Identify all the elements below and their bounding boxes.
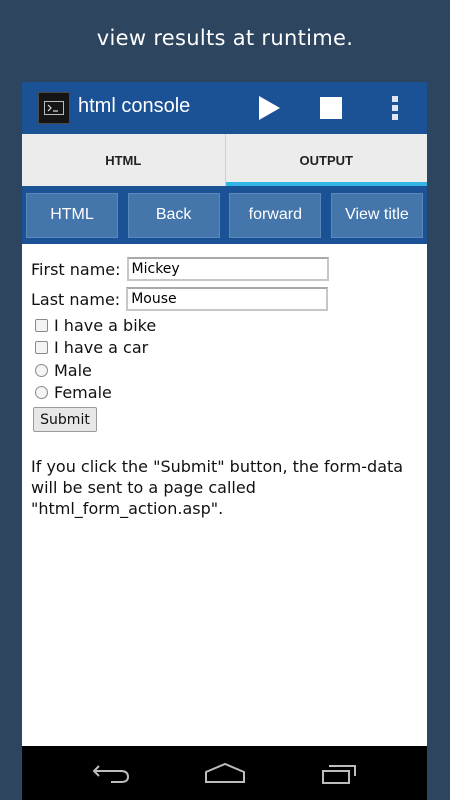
car-label: I have a car bbox=[54, 338, 149, 358]
browser-button-bar: HTML Back forward View title bbox=[22, 186, 427, 244]
last-name-label: Last name: bbox=[31, 289, 121, 309]
car-checkbox[interactable] bbox=[35, 341, 48, 355]
female-option[interactable]: Female bbox=[31, 382, 418, 405]
forward-button[interactable]: forward bbox=[229, 192, 322, 238]
caption: view results at runtime. bbox=[96, 26, 354, 50]
male-option[interactable]: Male bbox=[31, 359, 418, 382]
action-bar: html console bbox=[22, 82, 427, 134]
stop-icon[interactable] bbox=[306, 82, 356, 134]
last-name-row: Last name: bbox=[31, 284, 418, 314]
play-icon[interactable] bbox=[244, 82, 294, 134]
overflow-menu-icon[interactable] bbox=[370, 82, 420, 134]
back-button[interactable]: Back bbox=[127, 192, 220, 238]
female-label: Female bbox=[54, 383, 112, 403]
first-name-label: First name: bbox=[31, 259, 121, 279]
back-icon[interactable] bbox=[86, 758, 136, 788]
male-label: Male bbox=[54, 360, 92, 380]
terminal-icon bbox=[38, 92, 70, 124]
tab-html[interactable]: HTML bbox=[22, 134, 225, 186]
html-button[interactable]: HTML bbox=[26, 192, 118, 238]
home-icon[interactable] bbox=[200, 758, 250, 788]
first-name-input[interactable] bbox=[126, 257, 329, 281]
recents-icon[interactable] bbox=[314, 758, 364, 788]
first-name-row: First name: bbox=[31, 254, 418, 284]
female-radio[interactable] bbox=[35, 386, 48, 400]
app-title: html console bbox=[78, 95, 191, 117]
tab-bar: HTML OUTPUT bbox=[22, 134, 427, 186]
description-text: If you click the "Submit" button, the fo… bbox=[31, 457, 404, 518]
male-radio[interactable] bbox=[35, 363, 48, 377]
last-name-input[interactable] bbox=[126, 287, 329, 311]
system-navigation-bar bbox=[22, 746, 427, 800]
car-option[interactable]: I have a car bbox=[31, 337, 418, 360]
tab-output[interactable]: OUTPUT bbox=[224, 134, 428, 186]
bike-label: I have a bike bbox=[54, 315, 157, 335]
bike-option[interactable]: I have a bike bbox=[31, 314, 418, 337]
bike-checkbox[interactable] bbox=[35, 318, 48, 332]
output-webview: First name: Last name: I have a bike I h… bbox=[22, 244, 427, 746]
submit-button[interactable]: Submit bbox=[33, 407, 97, 432]
view-title-button[interactable]: View title bbox=[330, 192, 423, 238]
phone-screen: html console HTML OUTPUT HTML Back forwa… bbox=[22, 82, 427, 800]
